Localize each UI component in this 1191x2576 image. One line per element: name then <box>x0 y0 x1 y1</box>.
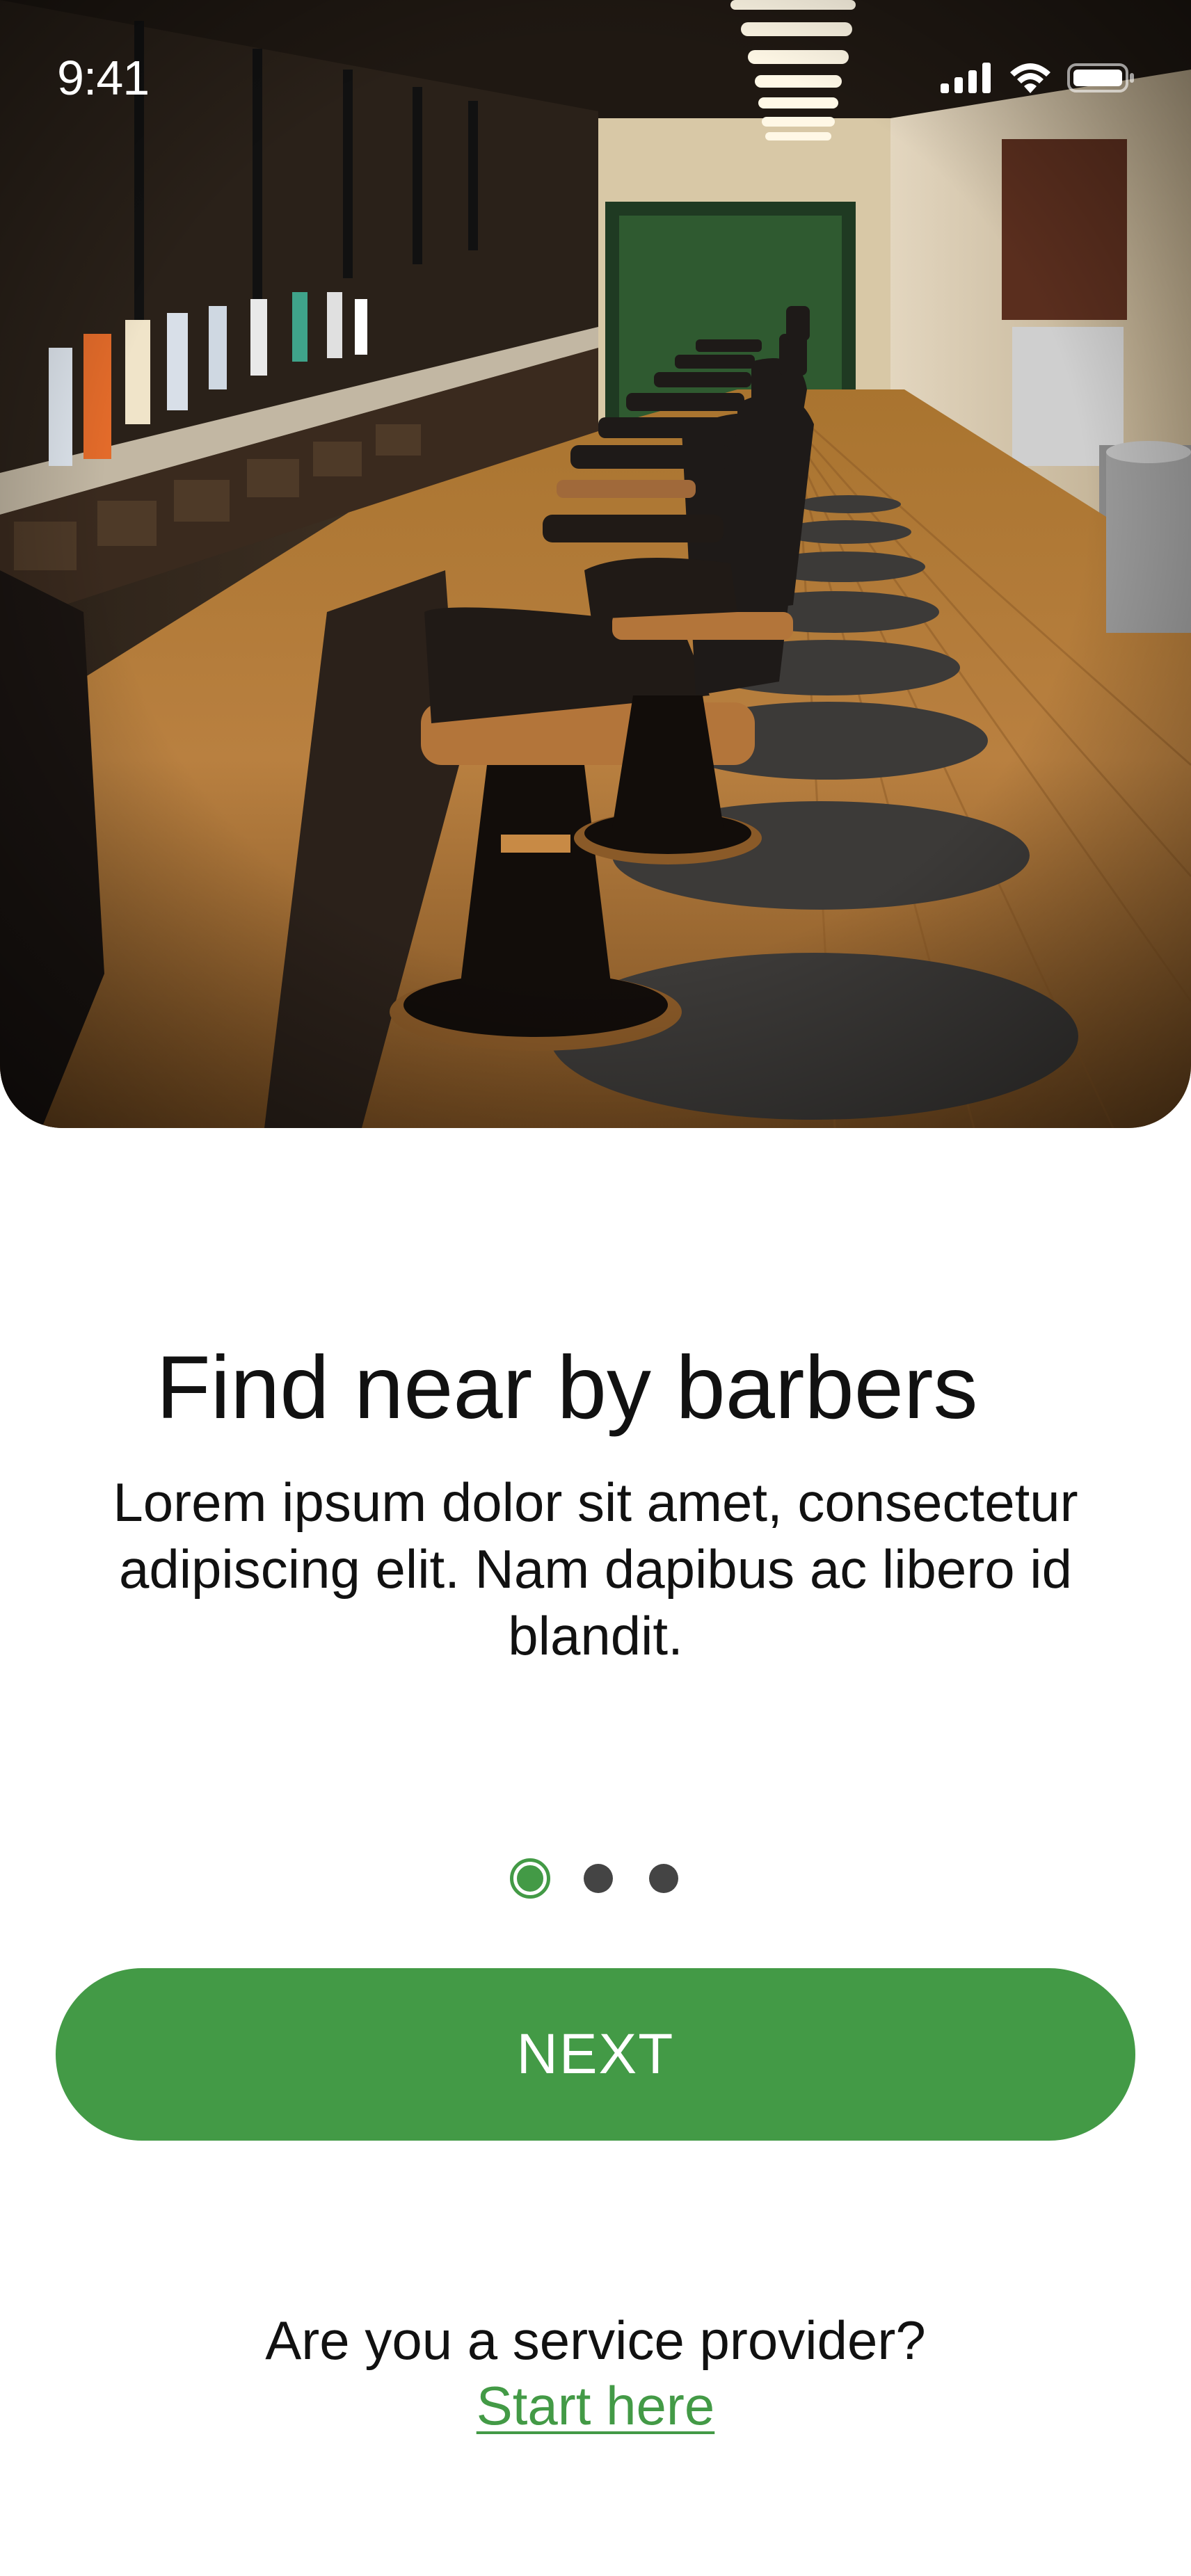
wifi-icon <box>1009 61 1052 97</box>
page-indicator-dot[interactable] <box>649 1864 678 1893</box>
cellular-signal-icon <box>941 63 993 97</box>
start-here-link[interactable]: Start here <box>0 2374 1191 2438</box>
status-icons <box>941 61 1135 97</box>
next-button[interactable]: NEXT <box>56 1968 1135 2141</box>
onboarding-description: Lorem ipsum dolor sit amet, consectetur … <box>113 1472 1078 1666</box>
status-bar: 9:41 <box>0 0 1191 160</box>
page-indicator-dot[interactable] <box>584 1864 613 1893</box>
onboarding-screen: 9:41 Find near by barbers Lorem ipsum do… <box>0 0 1191 2576</box>
hero-image-barbershop <box>0 0 1191 1128</box>
provider-question: Are you a service provider? <box>265 2310 926 2371</box>
onboarding-title: Find near by barbers <box>156 1338 978 1438</box>
page-indicator <box>0 1858 1191 1899</box>
page-indicator-dot-active[interactable] <box>510 1858 550 1899</box>
battery-icon <box>1067 63 1135 97</box>
status-time: 9:41 <box>57 51 150 105</box>
